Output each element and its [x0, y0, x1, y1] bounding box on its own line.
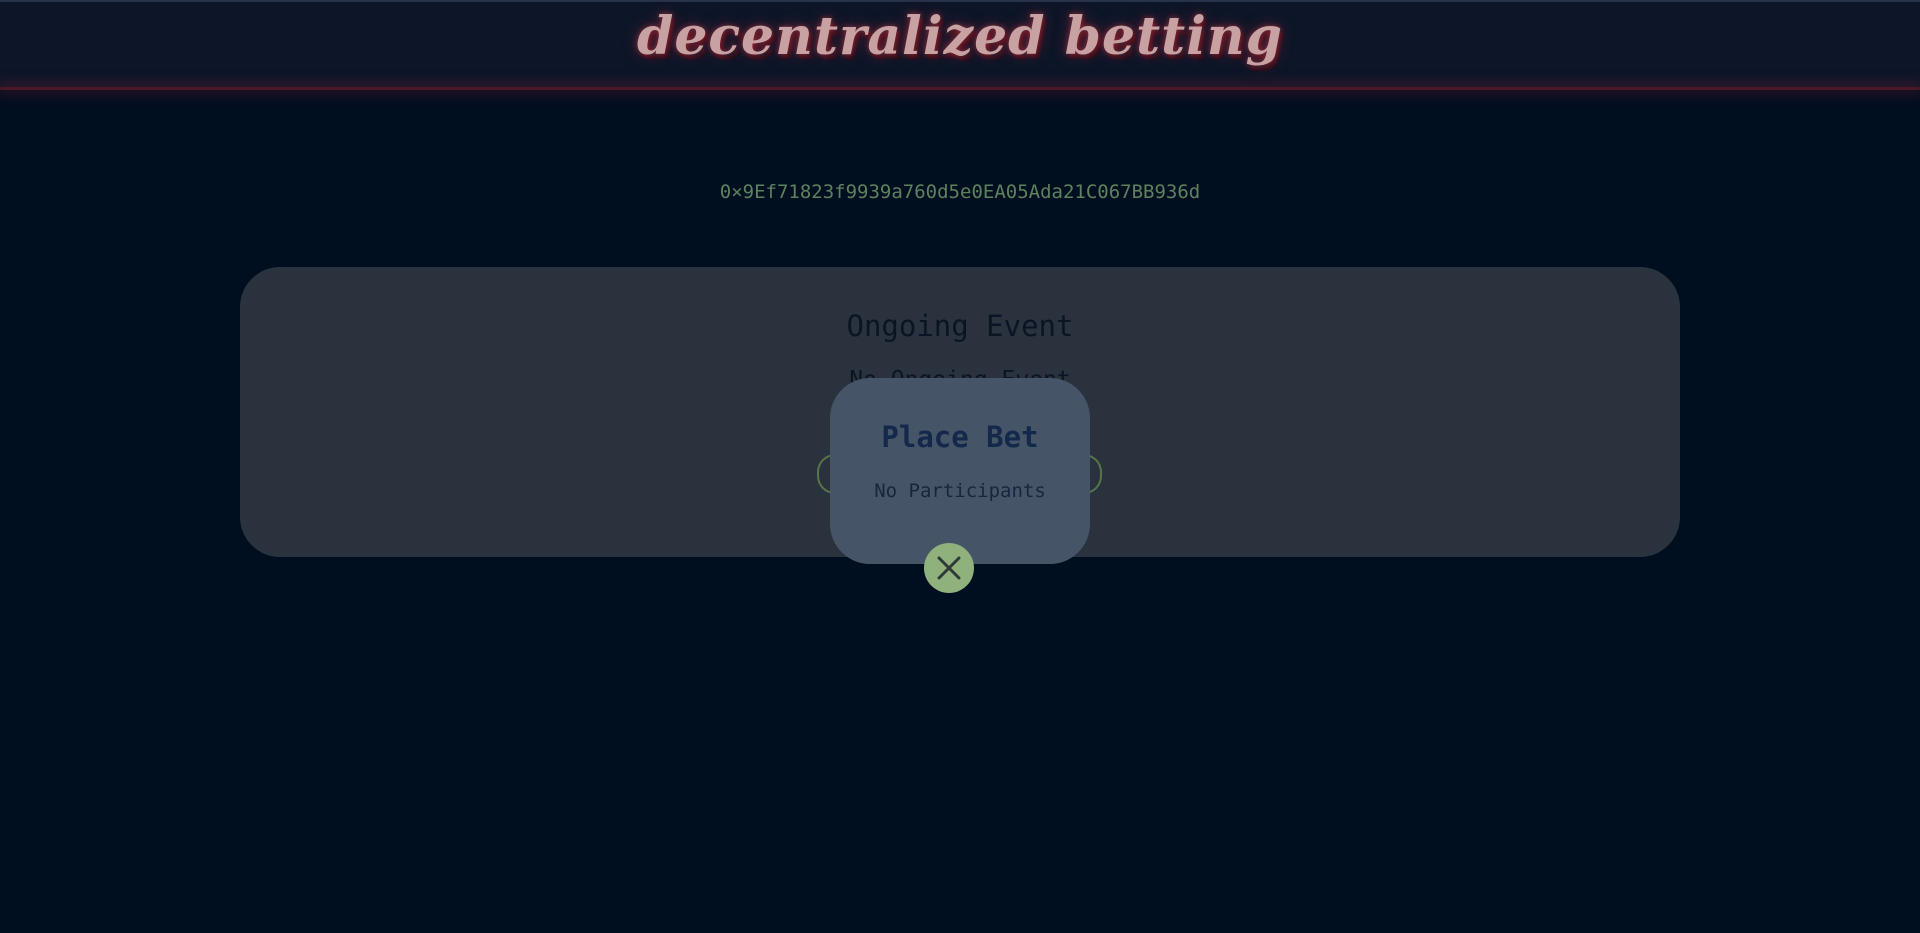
app-header: decentralized betting	[0, 0, 1920, 90]
header-divider	[0, 87, 1920, 90]
close-icon	[937, 556, 961, 580]
modal-message: No Participants	[874, 480, 1046, 502]
event-title: Ongoing Event	[846, 309, 1074, 343]
close-modal-button[interactable]	[924, 543, 974, 593]
modal-title: Place Bet	[881, 420, 1039, 454]
brand-logo: decentralized betting	[636, 6, 1284, 67]
wallet-address: 0×9Ef71823f9939a760d5e0EA05Ada21C067BB93…	[719, 181, 1201, 203]
place-bet-modal: Place Bet No Participants	[830, 378, 1090, 564]
